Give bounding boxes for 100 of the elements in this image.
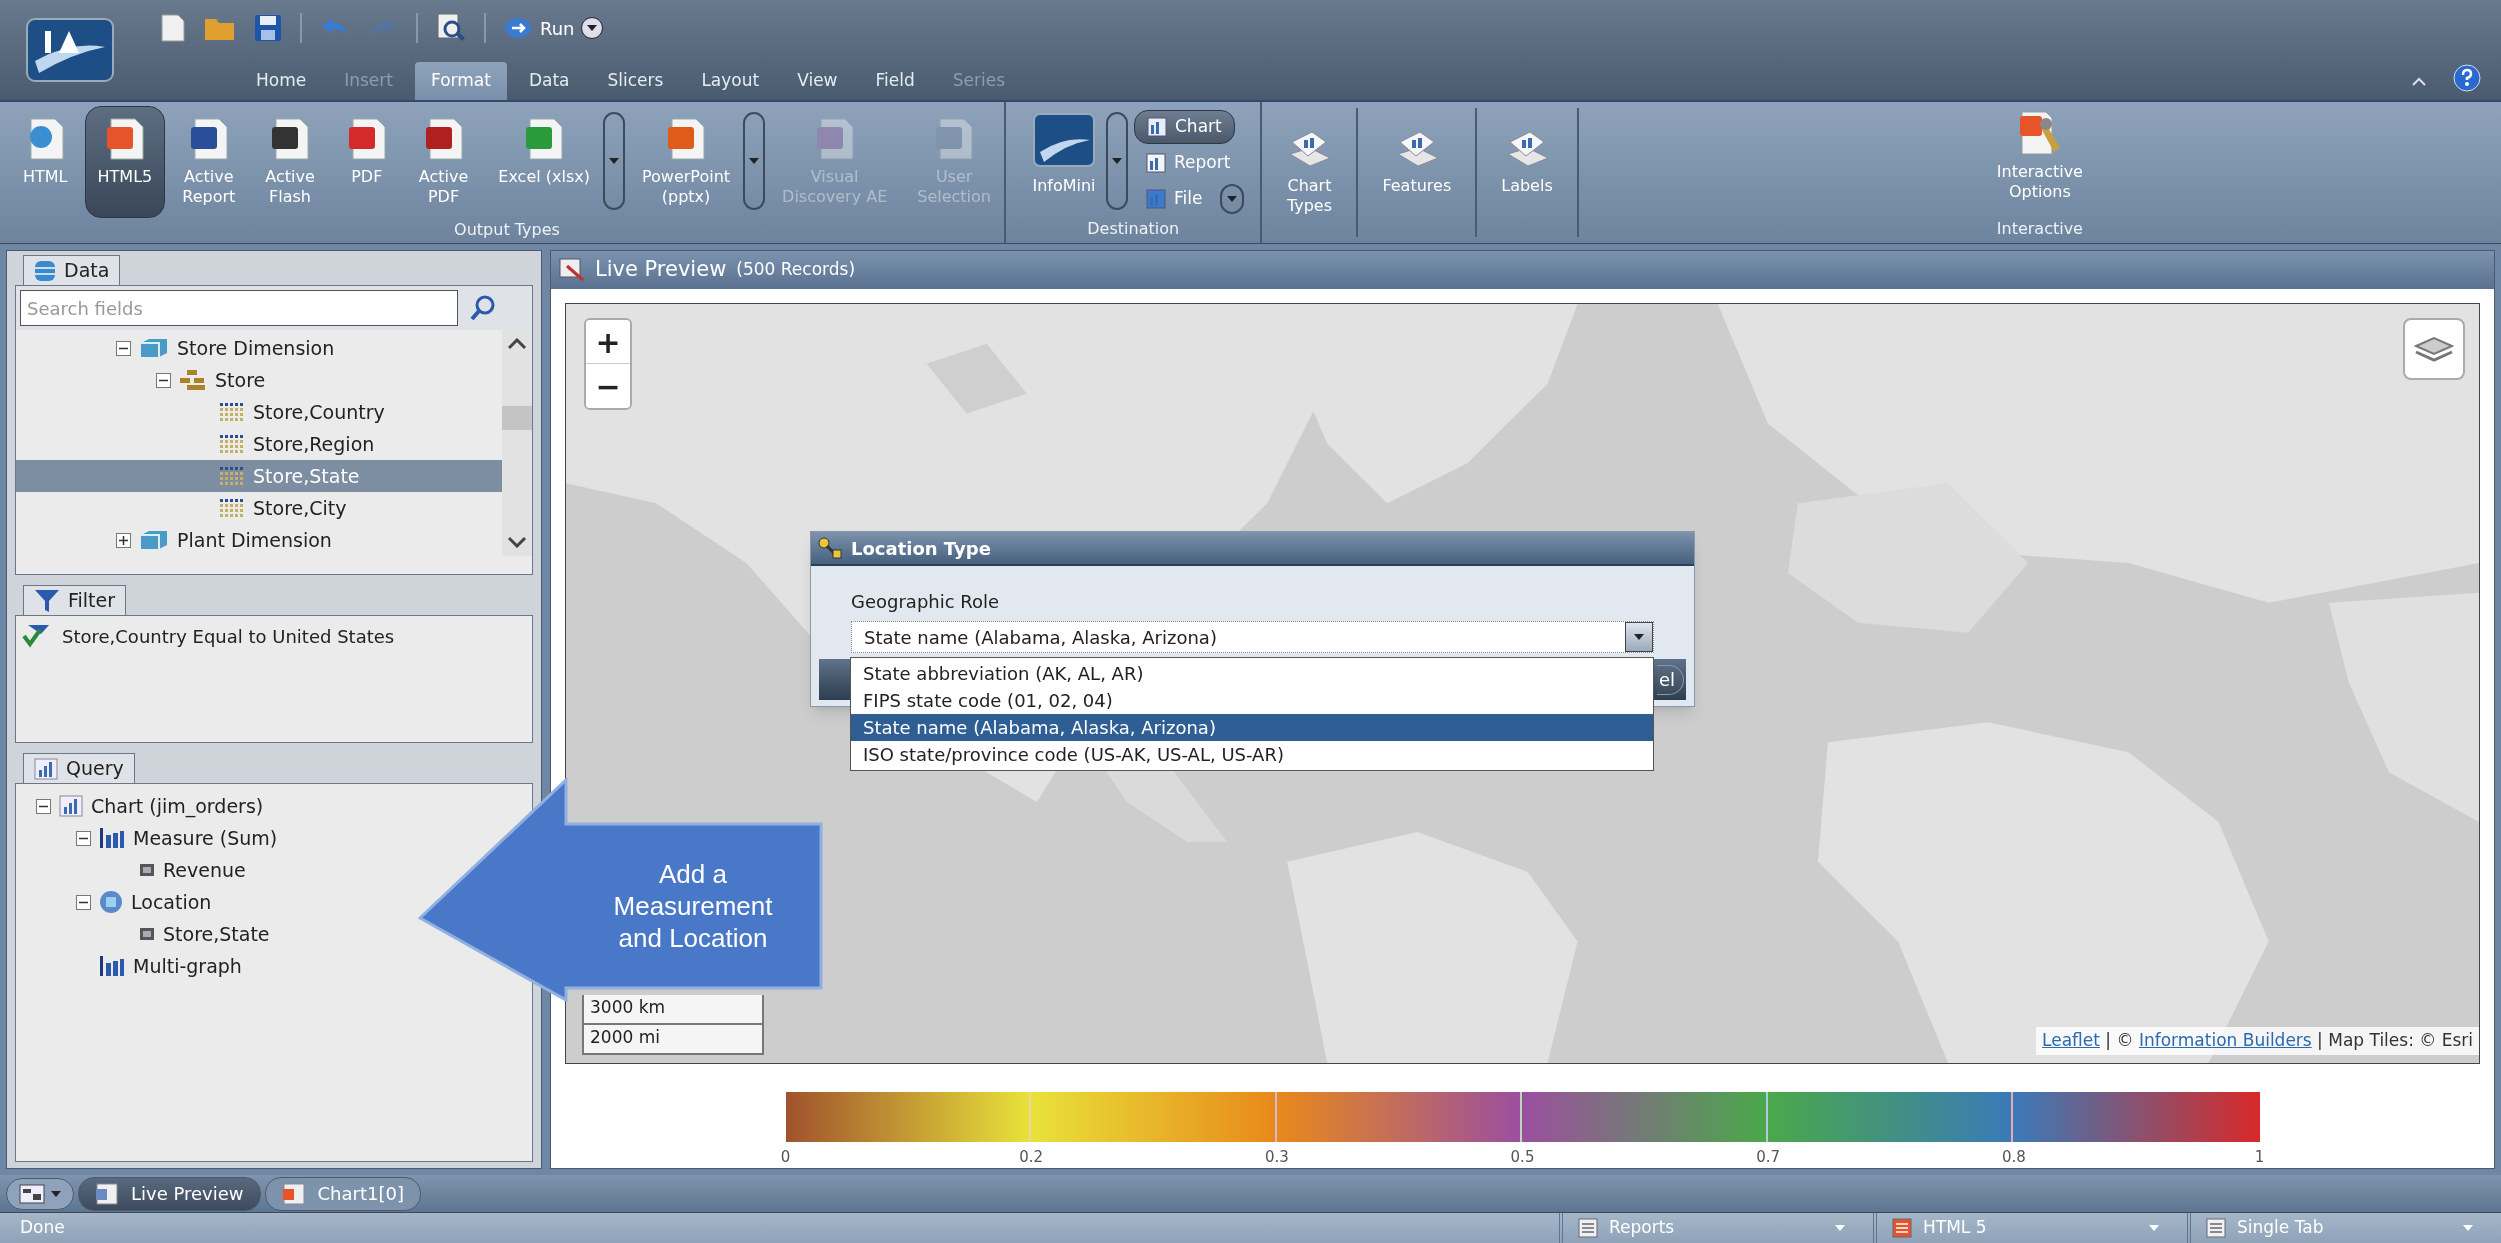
menu-tab[interactable]: Format: [414, 62, 507, 100]
option-icon: [1147, 117, 1167, 137]
ribbon-button[interactable]: HTML: [10, 106, 81, 218]
ribbon-button[interactable]: Interactive Options: [1996, 110, 2083, 202]
app-logo[interactable]: [25, 17, 115, 83]
select-field[interactable]: State name (Alabama, Alaska, Arizona): [851, 621, 1654, 653]
tree-item[interactable]: Store Dimension: [16, 332, 502, 364]
chevron-up-icon[interactable]: [507, 338, 527, 350]
map-attribution: Leaflet | © Information Builders | Map Tiles: © Esri: [2036, 1027, 2479, 1055]
dropdown-option[interactable]: ISO state/province code (US-AK, US-AL, US-AR): [851, 741, 1653, 768]
layers-button[interactable]: [2403, 318, 2465, 380]
cube-icon: [139, 529, 169, 551]
menu-tab[interactable]: Data: [512, 62, 586, 100]
ribbon-button[interactable]: Active Flash: [252, 106, 328, 218]
ribbon-button[interactable]: Excel (xlsx): [485, 106, 603, 218]
group-label: Output Types: [453, 219, 561, 241]
bar-chart-icon: [34, 757, 58, 780]
attribution-link[interactable]: Information Builders: [2138, 1028, 2312, 1054]
caret-icon: [749, 158, 760, 164]
run-button[interactable]: Run: [504, 14, 575, 42]
minus-box-icon[interactable]: [76, 894, 91, 910]
dropdown-button[interactable]: [1106, 112, 1128, 210]
dropdown-option[interactable]: State abbreviation (AK, AL, AR): [851, 660, 1653, 687]
ribbon-button[interactable]: PowerPoint (pptx): [628, 106, 744, 218]
scale-label: 0: [780, 1147, 791, 1168]
grid-icon: [219, 402, 245, 422]
collapse-ribbon-icon[interactable]: [2411, 76, 2427, 86]
menu-tab[interactable]: View: [781, 62, 854, 100]
zoom-in-button[interactable]: +: [586, 320, 630, 364]
field-label: Geographic Role: [851, 591, 1000, 612]
caret-icon: [1634, 634, 1644, 640]
dropdown-button[interactable]: [743, 112, 766, 210]
dropdown-option[interactable]: FIPS state code (01, 02, 04): [851, 687, 1653, 714]
search-field[interactable]: Search fields: [20, 290, 458, 326]
destination-option[interactable]: Report: [1134, 146, 1243, 180]
filter-condition[interactable]: Store,Country Equal to United States: [62, 622, 395, 650]
tree-item[interactable]: Chart (jim_orders): [16, 790, 270, 822]
plus-box-icon[interactable]: [116, 532, 131, 548]
tree-item[interactable]: Plant Dimension: [16, 524, 502, 556]
preview-icon[interactable]: [436, 13, 466, 43]
ribbon-button[interactable]: Active Report: [169, 106, 249, 218]
callout-text: Add a Measurement and Location: [612, 858, 774, 955]
ribbon-button[interactable]: Active PDF: [405, 106, 482, 218]
ribbon-button[interactable]: Features: [1382, 130, 1452, 196]
tree-item[interactable]: Revenue: [16, 854, 252, 886]
tree-item[interactable]: Store,Country: [16, 396, 502, 428]
tree-item[interactable]: Location: [16, 886, 218, 918]
ribbon-button[interactable]: InfoMini: [1022, 106, 1106, 210]
tree-item[interactable]: Multi-graph: [16, 950, 248, 982]
dropdown-option[interactable]: State name (Alabama, Alaska, Arizona): [851, 714, 1653, 741]
group-label: Interactive: [1996, 218, 2083, 240]
document-tab[interactable]: Live Preview: [78, 1176, 261, 1211]
cube-icon: [139, 337, 169, 359]
scale-label: 0.2: [1019, 1147, 1044, 1168]
destination-option[interactable]: Chart: [1134, 110, 1235, 144]
document-tab[interactable]: Chart1[0]: [264, 1176, 421, 1211]
ribbon-button[interactable]: HTML5: [84, 106, 166, 218]
attribution-link[interactable]: Leaflet: [2042, 1028, 2100, 1054]
tree-item[interactable]: Store,State: [16, 918, 276, 950]
destination-option[interactable]: File: [1134, 182, 1215, 216]
page-icon: [1577, 1218, 1599, 1238]
ribbon-button[interactable]: PDF: [331, 106, 402, 218]
caret-icon: [1112, 158, 1122, 164]
minus-box-icon[interactable]: [156, 372, 171, 388]
tree-item[interactable]: Store: [16, 364, 502, 396]
view-menu-button[interactable]: [6, 1177, 74, 1210]
minus-box-icon[interactable]: [76, 830, 91, 846]
tree-item[interactable]: Store,State: [16, 460, 502, 492]
map-scale: 2000 mi: [582, 1025, 764, 1055]
zoom-out-button[interactable]: −: [586, 364, 630, 408]
tree-item[interactable]: Measure (Sum): [16, 822, 284, 854]
preview-title: Live Preview: [595, 256, 727, 284]
run-dropdown[interactable]: [580, 17, 603, 39]
dialog-button[interactable]: el: [1656, 664, 1684, 695]
ribbon-button[interactable]: Labels: [1501, 130, 1553, 196]
scrollbar[interactable]: [502, 330, 532, 556]
square-icon: [139, 863, 155, 877]
dropdown-button[interactable]: [1220, 184, 1245, 214]
globe-icon: [99, 890, 123, 914]
menu-tab[interactable]: Layout: [685, 62, 776, 100]
minus-box-icon[interactable]: [116, 340, 131, 356]
dropdown-button[interactable]: [602, 112, 625, 210]
menu-tab[interactable]: Home: [240, 62, 323, 100]
ribbon-button[interactable]: Chart Types: [1286, 130, 1333, 216]
save-icon[interactable]: [254, 14, 282, 42]
caret-icon: [1227, 196, 1238, 202]
tree-item[interactable]: Store,Region: [16, 428, 502, 460]
bars-icon: [99, 827, 125, 849]
new-file-icon[interactable]: [160, 14, 186, 42]
panel-title: Data: [64, 258, 110, 284]
grid-icon: [219, 434, 245, 454]
menu-tab[interactable]: Field: [859, 62, 931, 100]
tree-item[interactable]: Store,City: [16, 492, 502, 524]
menu-tab[interactable]: Slicers: [591, 62, 680, 100]
scrollbar-thumb[interactable]: [502, 406, 532, 430]
help-icon[interactable]: [2453, 64, 2481, 92]
caret-icon: [2149, 1225, 2159, 1231]
minus-box-icon[interactable]: [36, 798, 51, 814]
map-scale: 3000 km: [582, 995, 764, 1025]
chevron-down-icon[interactable]: [507, 536, 527, 548]
